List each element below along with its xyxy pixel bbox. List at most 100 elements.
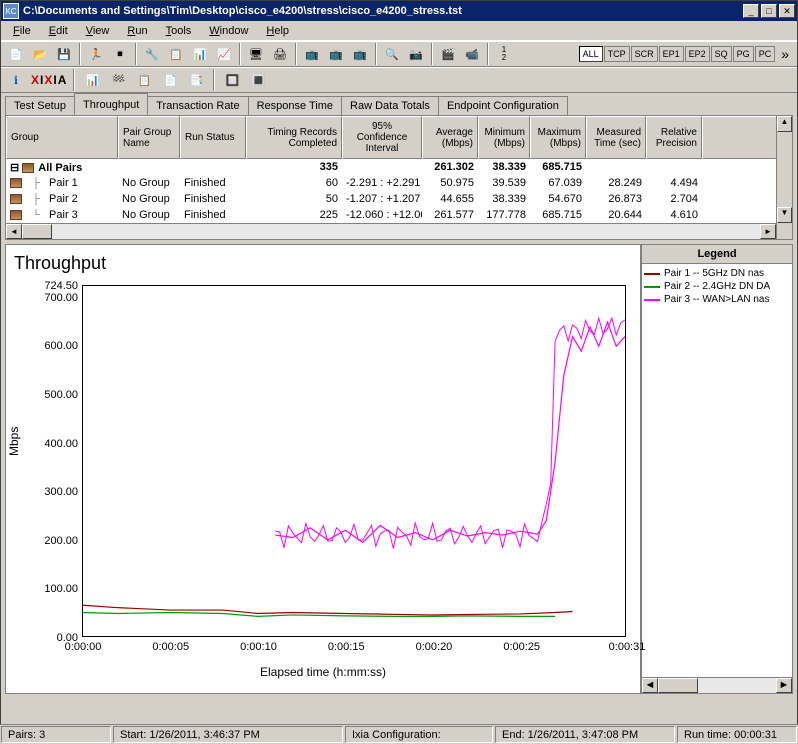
legend-item[interactable]: Pair 2 -- 2.4GHz DN DA [644,281,790,292]
column-header[interactable]: Group [6,116,118,159]
column-header[interactable]: Average (Mbps) [422,116,478,159]
tool-icon[interactable]: 🔧 [141,43,163,65]
column-header[interactable]: Measured Time (sec) [586,116,646,159]
tool-icon[interactable]: 📺 [349,43,371,65]
group-cell[interactable]: ├ Pair 2 [6,193,118,205]
tool-icon[interactable]: 12 [493,43,515,65]
tool-icon[interactable]: 🔲 [221,69,243,91]
tool-icon[interactable]: 📄 [159,69,181,91]
run-icon[interactable]: 🏃 [85,43,107,65]
tab-endpoint-config[interactable]: Endpoint Configuration [438,96,568,115]
scroll-down-icon[interactable]: ▼ [777,207,792,223]
scroll-right-icon[interactable]: ► [760,224,776,239]
tool-icon[interactable]: 📊 [81,69,103,91]
x-tick: 0:00:20 [416,641,453,653]
legend-item[interactable]: Pair 3 -- WAN>LAN nas [644,294,790,305]
filter-all[interactable]: ALL [579,46,603,62]
tab-bar: Test Setup Throughput Transaction Rate R… [1,93,797,115]
menu-run[interactable]: Run [119,23,155,39]
save-icon[interactable]: 💾 [53,43,75,65]
new-icon[interactable]: 📄 [5,43,27,65]
info-icon[interactable]: ℹ [5,69,27,91]
y-tick: 724.50 [6,280,78,292]
titlebar: KC C:\Documents and Settings\Tim\Desktop… [1,1,797,21]
filter-ep1[interactable]: EP1 [659,46,684,62]
tab-response-time[interactable]: Response Time [248,96,342,115]
legend-item[interactable]: Pair 1 -- 5GHz DN nas [644,268,790,279]
tool-icon[interactable]: 📋 [133,69,155,91]
filter-tcp[interactable]: TCP [604,46,630,62]
menu-view[interactable]: View [78,23,118,39]
filter-pc[interactable]: PC [755,46,776,62]
filter-pg[interactable]: PG [733,46,754,62]
x-tick: 0:00:15 [328,641,365,653]
chart-panel: Throughput Mbps Elapsed time (h:mm:ss) 7… [5,244,641,694]
table-body: ⊟ All Pairs335261.30238.339685.715├ Pair… [6,159,792,223]
table-row-summary[interactable]: ⊟ All Pairs335261.30238.339685.715 [6,159,792,175]
tab-transaction-rate[interactable]: Transaction Rate [147,96,248,115]
tool-icon[interactable]: 🖨 [269,43,291,65]
vertical-scrollbar[interactable]: ▲ ▼ [776,116,792,239]
brand-logo: XIXIA [31,73,67,87]
minimize-button[interactable]: _ [743,4,759,18]
column-header[interactable]: Minimum (Mbps) [478,116,530,159]
table-cell: 44.655 [422,193,478,205]
table-row[interactable]: └ Pair 3No GroupFinished225-12.060 : +12… [6,207,792,223]
table-cell: 67.039 [530,177,586,189]
menu-tools[interactable]: Tools [158,23,200,39]
group-cell[interactable]: └ Pair 3 [6,209,118,221]
filter-sq[interactable]: SQ [711,46,732,62]
table-row[interactable]: ├ Pair 2No GroupFinished50-1.207 : +1.20… [6,191,792,207]
close-button[interactable]: ✕ [779,4,795,18]
scroll-left-icon[interactable]: ◄ [6,224,22,239]
column-header[interactable]: Maximum (Mbps) [530,116,586,159]
group-cell[interactable]: ├ Pair 1 [6,177,118,189]
tab-throughput[interactable]: Throughput [74,93,148,115]
column-header[interactable]: Pair Group Name [118,116,180,159]
column-header[interactable]: Timing Records Completed [246,116,342,159]
tool-icon[interactable]: 📋 [165,43,187,65]
tool-icon[interactable]: 📺 [325,43,347,65]
menu-window[interactable]: Window [201,23,256,39]
tool-icon[interactable]: 🏁 [107,69,129,91]
column-header[interactable]: Run Status [180,116,246,159]
toolbar-overflow-icon[interactable]: » [777,46,793,62]
open-icon[interactable]: 📂 [29,43,51,65]
table-cell: -1.207 : +1.207 [342,193,422,205]
tool-icon[interactable]: 📑 [185,69,207,91]
tab-raw-data-totals[interactable]: Raw Data Totals [341,96,439,115]
horizontal-scrollbar[interactable]: ◄ ► [6,223,792,239]
maximize-button[interactable]: □ [761,4,777,18]
stop-icon[interactable]: ⏹ [109,43,131,65]
table-cell: 28.249 [586,177,646,189]
tab-test-setup[interactable]: Test Setup [5,96,75,115]
tool-icon[interactable]: 🔳 [247,69,269,91]
menu-file[interactable]: File [5,23,39,39]
scroll-thumb[interactable] [22,224,52,239]
menubar: File Edit View Run Tools Window Help [1,21,797,41]
menu-help[interactable]: Help [258,23,297,39]
scroll-up-icon[interactable]: ▲ [777,116,792,132]
table-cell: 50 [246,193,342,205]
legend-scrollbar[interactable]: ◄ ► [642,677,792,693]
menu-edit[interactable]: Edit [41,23,76,39]
filter-ep2[interactable]: EP2 [685,46,710,62]
tool-icon[interactable]: 📹 [461,43,483,65]
x-tick: 0:00:10 [240,641,277,653]
column-header[interactable]: 95% Confidence Interval [342,116,422,159]
tool-icon[interactable]: 📊 [189,43,211,65]
tool-icon[interactable]: 🔍 [381,43,403,65]
table-cell: 38.339 [478,161,530,173]
table-row[interactable]: ├ Pair 1No GroupFinished60-2.291 : +2.29… [6,175,792,191]
tool-icon[interactable]: 🖥 [245,43,267,65]
group-cell[interactable]: ⊟ All Pairs [6,161,118,174]
tool-icon[interactable]: 📷 [405,43,427,65]
tool-icon[interactable]: 📈 [213,43,235,65]
filter-buttons: ALL TCP SCR EP1 EP2 SQ PG PC [579,46,776,62]
status-end: End: 1/26/2011, 3:47:08 PM [495,726,675,743]
tool-icon[interactable]: 📺 [301,43,323,65]
filter-scr[interactable]: SCR [631,46,658,62]
column-header[interactable]: Relative Precision [646,116,702,159]
tool-icon[interactable]: 🎬 [437,43,459,65]
legend-panel: Legend Pair 1 -- 5GHz DN nasPair 2 -- 2.… [641,244,793,694]
